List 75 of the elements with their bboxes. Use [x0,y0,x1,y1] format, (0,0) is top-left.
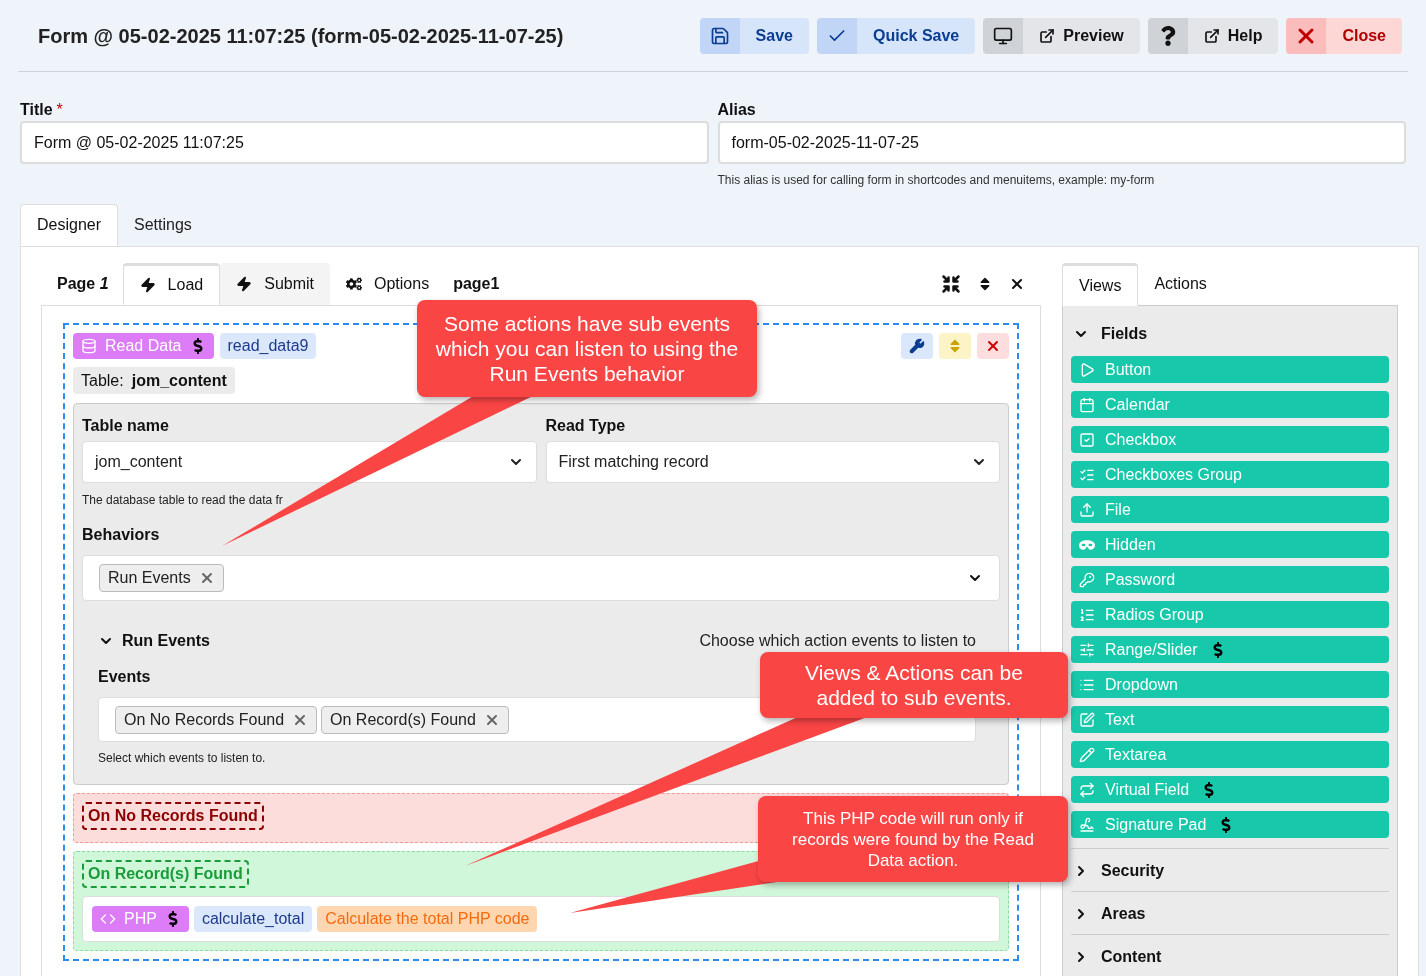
repeat-icon [1079,781,1095,798]
select-field[interactable]: First matching record [545,441,1000,483]
play-icon [1079,361,1095,378]
pencil-icon [1079,746,1095,763]
compress-icon[interactable] [941,274,961,294]
monitor-icon [993,25,1014,46]
title-field[interactable]: Form @ 05-02-2025 11:07:25 [20,121,709,164]
toolbar-button[interactable]: Quick Save [817,17,976,54]
toolbar-button[interactable]: Save [699,17,809,54]
upload-icon [1079,501,1095,518]
external-link-icon [1203,27,1220,44]
field-label: Table name [82,416,169,434]
toolbar-button[interactable]: Help [1147,17,1279,54]
table-badge: Table: jom_content [73,367,235,394]
behaviors-select[interactable]: Run Events [82,555,1000,601]
key-icon [1079,571,1095,588]
close-icon [985,338,1001,354]
save-icon [709,25,730,46]
field-label: Read Type [545,416,626,434]
toolbar-button[interactable]: Preview [983,17,1140,54]
group-toggle[interactable]: Content [1073,945,1162,969]
edit-button[interactable] [901,333,933,359]
external-link-icon [1039,27,1056,44]
bolt-icon [236,276,253,292]
section-hint: Choose which action events to listen to [699,631,976,651]
tag[interactable]: Run Events [99,564,224,592]
page-name: page1 [453,274,500,294]
tag[interactable]: On Record(s) Found [321,705,509,734]
group-toggle[interactable]: Security [1073,859,1165,883]
field-label: Title [20,100,53,118]
delete-button[interactable] [977,333,1009,359]
field-label: Alias [717,100,756,118]
group-toggle[interactable]: Fields [1073,322,1148,346]
action-name-badge: calculate_total [193,906,313,932]
close-icon[interactable] [1009,276,1025,292]
section-toggle[interactable]: Run Events [98,629,210,653]
code-icon [100,911,116,927]
callout: Views & Actions can be added to sub events. [760,652,1068,718]
group-toggle[interactable]: Areas [1073,902,1146,926]
required-mark: * [56,100,63,118]
page-title: Form @ 05-02-2025 11:07:25 (form-05-02-2025-11-07-25) [38,23,564,49]
event-label: On No Records Found [82,802,264,830]
edit-icon [1079,711,1095,728]
select-field[interactable]: jom_content [82,441,537,483]
alias-field[interactable]: form-05-02-2025-11-07-25 [717,121,1406,164]
cogs-icon [346,276,362,292]
callout: This PHP code will run only if records were found by the Read Data action. [758,796,1068,882]
checkbox-icon [1079,431,1095,448]
calendar-icon [1079,396,1095,413]
tab[interactable]: Load [122,263,221,305]
action-type-badge: Read Data [73,333,214,359]
tab[interactable]: Views [1062,263,1139,306]
tab[interactable]: Designer [20,204,119,246]
tab[interactable]: Submit [220,263,330,305]
signature-icon [1079,816,1095,833]
bolt-icon [139,277,156,293]
tag[interactable]: On No Records Found [115,705,318,734]
action-type-badge: PHP [92,906,189,932]
field-label: Events [98,667,151,687]
close-button[interactable]: Close [1286,17,1402,54]
field-label: Behaviors [82,525,160,545]
action-description-badge: Calculate the total PHP code [317,906,538,932]
help-text: The database table to read the data fr [82,492,284,509]
tab[interactable]: Actions [1138,263,1223,305]
help-text: This alias is used for calling form in shortcodes and menuitems, example: my-form [717,172,1156,189]
numbered-list-icon [1079,606,1095,623]
action-name-badge: read_data9 [219,333,317,359]
event-label: On Record(s) Found [82,860,249,888]
database-icon [81,338,97,354]
tab[interactable]: Settings [118,204,208,246]
callout: Some actions have sub events which you can listen to using the Run Events behavior [417,300,757,397]
help-text: Select which events to listen to. [98,750,267,767]
page-label: Page 1 [57,274,109,294]
wrench-icon [909,338,925,354]
sliders-icon [1079,641,1095,658]
